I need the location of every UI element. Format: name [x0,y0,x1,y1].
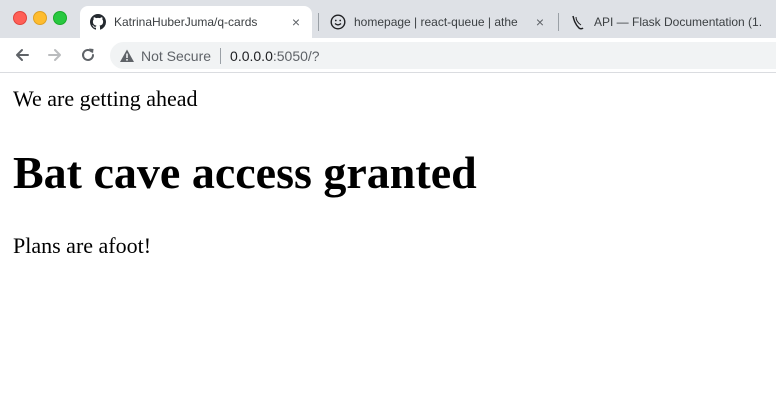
plans-text: Plans are afoot! [13,233,152,258]
tab-title: API — Flask Documentation (1. [594,15,763,29]
warning-icon[interactable] [119,48,135,64]
address-bar[interactable]: Not Secure 0.0.0.0:5050/? [110,42,776,69]
url-path: :5050/? [272,47,320,64]
intro-text: We are getting ahead [13,86,198,111]
tab-q-cards[interactable]: KatrinaHuberJuma/q-cards × [80,6,312,38]
window-close-button[interactable] [13,11,27,25]
arrow-right-icon [48,49,61,61]
tab-strip: KatrinaHuberJuma/q-cards × homepage | re… [0,0,776,38]
tab-flask-docs[interactable]: API — Flask Documentation (1. [560,6,776,38]
reload-button[interactable] [77,44,99,66]
tab-title: homepage | react-queue | athe [354,15,518,29]
forward-button[interactable] [44,44,66,66]
window-minimize-button[interactable] [33,11,47,25]
omnibox-divider [220,47,222,64]
tab-divider [558,13,559,31]
flask-icon [572,15,584,30]
url-host: 0.0.0.0 [230,47,273,64]
back-button[interactable] [11,44,33,66]
tab-title: KatrinaHuberJuma/q-cards [114,15,258,29]
page-heading: Bat cave access granted [13,147,477,198]
tab-close-button[interactable]: × [532,14,548,30]
tab-close-button[interactable]: × [288,14,304,30]
window-maximize-button[interactable] [53,11,67,25]
github-icon [90,14,106,30]
reload-icon [82,48,94,61]
url-text[interactable]: 0.0.0.0:5050/? [230,48,320,64]
security-status[interactable]: Not Secure [141,48,211,64]
tab-react-queue[interactable]: homepage | react-queue | athe × [320,6,556,38]
page-content: We are getting ahead Bat cave access gra… [0,73,776,416]
browser-toolbar: Not Secure 0.0.0.0:5050/? [0,38,776,73]
arrow-left-icon [16,49,29,61]
tab-divider [318,13,319,31]
smiley-icon [330,14,346,30]
